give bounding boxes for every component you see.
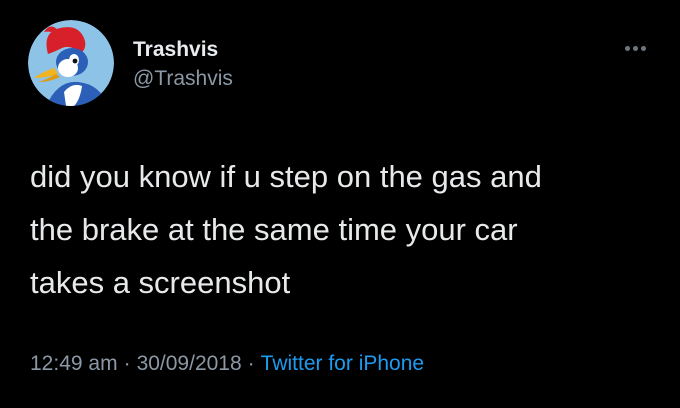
tweet-text: did you know if u step on the gas and th… — [30, 150, 660, 309]
meta-separator: · — [247, 352, 255, 375]
tweet-text-line: the brake at the same time your car — [30, 212, 518, 247]
meta-separator: · — [123, 352, 131, 375]
more-options-icon[interactable] — [618, 40, 652, 56]
author-name[interactable]: Trashvis — [133, 38, 218, 62]
woody-woodpecker-avatar-icon[interactable] — [28, 20, 114, 106]
tweet-date[interactable]: 30/09/2018 — [137, 352, 242, 375]
tweet-text-line: takes a screenshot — [30, 265, 291, 300]
tweet-source-link[interactable]: Twitter for iPhone — [261, 352, 424, 375]
tweet-card: Trashvis @Trashvis did you know if u ste… — [0, 0, 680, 408]
more-dot — [624, 45, 630, 51]
author-handle[interactable]: @Trashvis — [133, 67, 233, 91]
tweet-time[interactable]: 12:49 am — [30, 352, 118, 375]
tweet-text-line: did you know if u step on the gas and — [30, 159, 542, 194]
more-dot — [640, 45, 646, 51]
tweet-meta: 12:49 am · 30/09/2018 · Twitter for iPhone — [30, 351, 424, 377]
more-dot — [632, 45, 638, 51]
